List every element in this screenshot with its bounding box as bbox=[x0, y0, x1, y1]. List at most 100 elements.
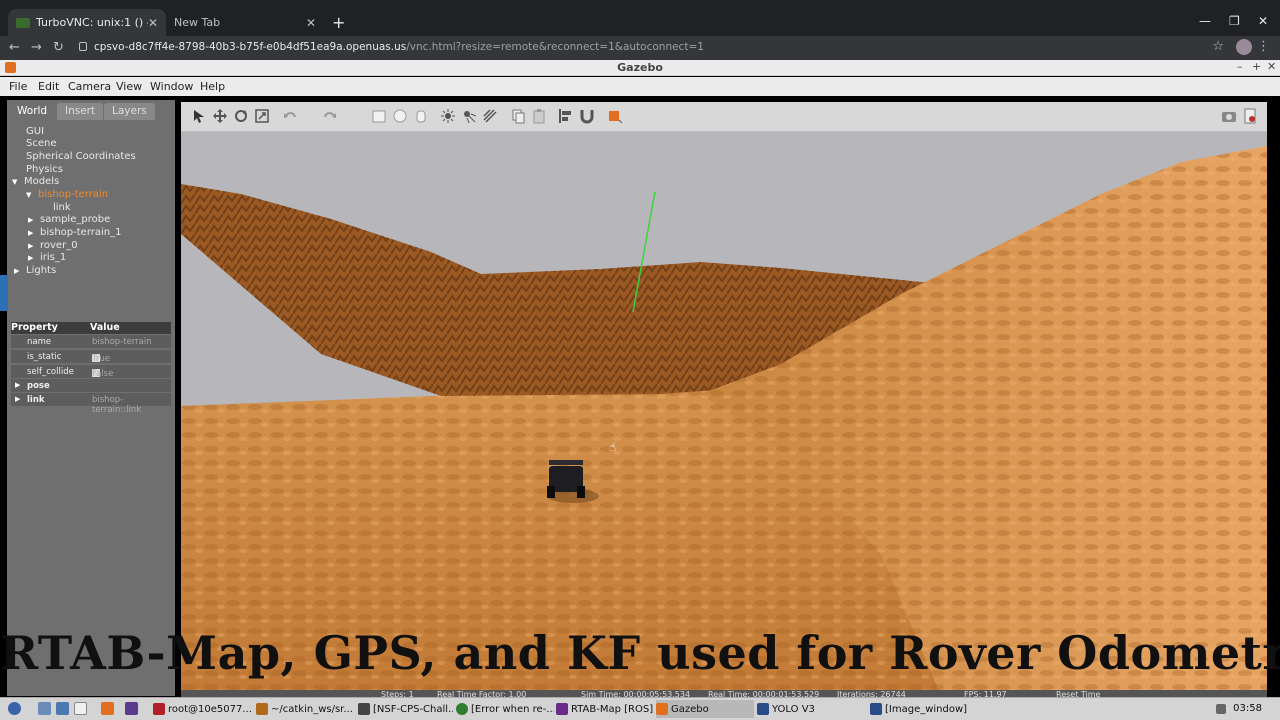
rotate-mode-icon[interactable] bbox=[233, 108, 249, 124]
gazebo-launcher-icon[interactable] bbox=[101, 702, 114, 715]
tab-new-tab[interactable]: New Tab ✕ bbox=[166, 9, 324, 36]
taskbar-item-image-window[interactable]: [Image_window] bbox=[870, 700, 1020, 718]
translate-mode-icon[interactable] bbox=[212, 108, 228, 124]
paste-icon[interactable] bbox=[531, 108, 547, 124]
expanded-arrow-icon[interactable]: ▼ bbox=[26, 191, 38, 199]
vnc-icon bbox=[16, 17, 30, 28]
tree-label: Lights bbox=[26, 265, 57, 276]
tree-item-scene[interactable]: Scene bbox=[26, 138, 57, 149]
redo-icon[interactable] bbox=[322, 108, 338, 124]
maximize-icon[interactable]: ❐ bbox=[1229, 14, 1240, 28]
tab-insert[interactable]: Insert bbox=[57, 103, 104, 120]
point-light-icon[interactable] bbox=[440, 108, 456, 124]
url-field[interactable]: cpsvo-d8c7ff4e-8798-40b3-b75f-e0b4df51ea… bbox=[94, 41, 704, 53]
rtabmap-icon bbox=[556, 703, 568, 715]
reload-icon[interactable]: ↻ bbox=[53, 40, 64, 55]
box-shape-icon[interactable] bbox=[371, 108, 387, 124]
taskbar-item-catkin[interactable]: ~/catkin_ws/sr... bbox=[256, 700, 356, 718]
undo-icon[interactable] bbox=[282, 108, 298, 124]
close-tab-icon[interactable]: ✕ bbox=[306, 16, 316, 30]
property-row-self-collide[interactable]: self_collide False bbox=[11, 365, 171, 379]
start-menu-icon[interactable] bbox=[8, 702, 21, 715]
terrain-scene[interactable] bbox=[181, 134, 1267, 696]
menu-file[interactable]: File bbox=[9, 80, 27, 93]
minimize-icon[interactable]: – bbox=[1237, 60, 1243, 73]
property-row-link[interactable]: ▶ link bishop-terrain::link bbox=[11, 393, 171, 415]
snap-icon[interactable] bbox=[579, 108, 595, 124]
property-key: is_static bbox=[27, 352, 62, 362]
tree-item-lights[interactable]: ▶ Lights bbox=[14, 265, 56, 276]
taskbar-item-yolo[interactable]: YOLO V3 bbox=[757, 700, 867, 718]
panel-collapse-handle[interactable] bbox=[0, 275, 8, 311]
property-row-pose[interactable]: ▶ pose bbox=[11, 379, 171, 392]
new-tab-button[interactable]: + bbox=[332, 13, 345, 32]
taskbar-item-error[interactable]: [Error when re-... bbox=[456, 700, 554, 718]
forward-icon[interactable]: → bbox=[31, 40, 42, 55]
property-row-is-static[interactable]: is_static True bbox=[11, 350, 171, 364]
app-launcher-icon[interactable] bbox=[125, 702, 138, 715]
collapsed-arrow-icon[interactable]: ▶ bbox=[15, 381, 20, 389]
scale-mode-icon[interactable] bbox=[254, 108, 270, 124]
menu-camera[interactable]: Camera bbox=[68, 80, 111, 93]
maximize-icon[interactable]: + bbox=[1252, 60, 1261, 73]
tree-item-iris-1[interactable]: ▶ iris_1 bbox=[28, 252, 66, 263]
file-manager-icon[interactable] bbox=[56, 702, 69, 715]
copy-icon[interactable] bbox=[510, 108, 526, 124]
bookmark-star-icon[interactable]: ☆ bbox=[1212, 39, 1224, 54]
taskbar-item-gazebo[interactable]: Gazebo bbox=[656, 700, 754, 718]
tab-layers[interactable]: Layers bbox=[104, 103, 155, 120]
collapsed-arrow-icon[interactable]: ▶ bbox=[28, 242, 40, 250]
tree-item-spherical-coordinates[interactable]: Spherical Coordinates bbox=[26, 151, 136, 162]
back-icon[interactable]: ← bbox=[9, 40, 20, 55]
header-value: Value bbox=[90, 322, 120, 333]
network-tray-icon[interactable] bbox=[1216, 704, 1226, 714]
taskbar-item-rtabmap[interactable]: RTAB-Map [ROS] bbox=[556, 700, 654, 718]
cylinder-shape-icon[interactable] bbox=[413, 108, 429, 124]
tree-item-physics[interactable]: Physics bbox=[26, 164, 63, 175]
tree-label: bishop-terrain_1 bbox=[40, 227, 122, 238]
tree-item-models[interactable]: ▼ Models bbox=[12, 176, 59, 187]
directional-light-icon[interactable] bbox=[482, 108, 498, 124]
collapsed-arrow-icon[interactable]: ▶ bbox=[28, 216, 40, 224]
property-row-name[interactable]: name bishop-terrain bbox=[11, 335, 171, 348]
profile-avatar[interactable] bbox=[1236, 39, 1252, 55]
collapsed-arrow-icon[interactable]: ▶ bbox=[15, 395, 20, 403]
tree-item-rover-0[interactable]: ▶ rover_0 bbox=[28, 240, 78, 251]
menu-view[interactable]: View bbox=[116, 80, 142, 93]
rover-wheel bbox=[577, 486, 585, 498]
select-mode-icon[interactable] bbox=[191, 108, 207, 124]
tree-item-bishop-terrain[interactable]: ▼ bishop-terrain bbox=[26, 189, 108, 200]
taskbar-item-terminal[interactable]: root@10e5077... bbox=[153, 700, 253, 718]
tree-item-bishop-terrain-1[interactable]: ▶ bishop-terrain_1 bbox=[28, 227, 121, 238]
tab-turbovnc[interactable]: TurboVNC: unix:1 () - noVNC ✕ bbox=[8, 9, 166, 36]
collapsed-arrow-icon[interactable]: ▶ bbox=[28, 254, 40, 262]
minimize-icon[interactable]: — bbox=[1199, 14, 1211, 28]
tree-item-sample-probe[interactable]: ▶ sample_probe bbox=[28, 214, 110, 225]
expanded-arrow-icon[interactable]: ▼ bbox=[12, 178, 24, 186]
view-angle-icon[interactable] bbox=[607, 108, 623, 124]
url-host: cpsvo-d8c7ff4e-8798-40b3-b75f-e0b4df51ea… bbox=[94, 41, 407, 53]
collapsed-arrow-icon[interactable]: ▶ bbox=[14, 267, 26, 275]
browser-menu-icon[interactable]: ⋮ bbox=[1257, 39, 1270, 54]
spot-light-icon[interactable] bbox=[461, 108, 477, 124]
render-view[interactable]: ☝ bbox=[181, 102, 1267, 696]
show-desktop-icon[interactable] bbox=[38, 702, 51, 715]
tab-world[interactable]: World bbox=[9, 103, 56, 120]
gazebo-titlebar: Gazebo – + ✕ bbox=[0, 60, 1280, 76]
close-tab-icon[interactable]: ✕ bbox=[148, 16, 158, 30]
close-window-icon[interactable]: ✕ bbox=[1258, 14, 1268, 28]
log-icon[interactable] bbox=[1242, 108, 1258, 124]
menu-help[interactable]: Help bbox=[200, 80, 225, 93]
close-window-icon[interactable]: ✕ bbox=[1267, 60, 1276, 73]
screenshot-icon[interactable] bbox=[1221, 108, 1237, 124]
tree-item-gui[interactable]: GUI bbox=[26, 126, 44, 137]
tree-item-link[interactable]: link bbox=[53, 202, 71, 213]
menu-window[interactable]: Window bbox=[150, 80, 193, 93]
collapsed-arrow-icon[interactable]: ▶ bbox=[28, 229, 40, 237]
taskbar-item-nsf-cps[interactable]: [NSF-CPS-Chall... bbox=[358, 700, 453, 718]
sphere-shape-icon[interactable] bbox=[392, 108, 408, 124]
terminal-launcher-icon[interactable] bbox=[74, 702, 87, 715]
align-icon[interactable] bbox=[558, 108, 574, 124]
window-icon bbox=[870, 703, 882, 715]
menu-edit[interactable]: Edit bbox=[38, 80, 59, 93]
